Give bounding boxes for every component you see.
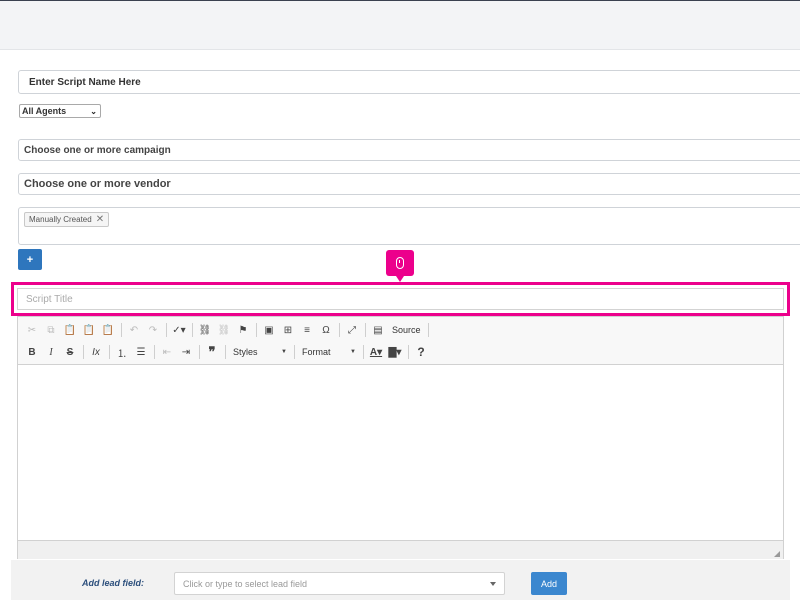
chevron-down-icon: ▼ (350, 349, 356, 355)
bg-color-icon[interactable]: ▇▾ (386, 343, 404, 361)
vendor-multiselect[interactable]: Choose one or more vendor (18, 173, 800, 195)
mouse-cursor-icon (386, 250, 414, 282)
indent-icon[interactable]: ⇥ (177, 343, 195, 361)
tag-label: Manually Created (29, 215, 92, 224)
special-char-icon[interactable]: Ω (317, 321, 335, 339)
maximize-icon[interactable]: ⤢ (343, 321, 361, 339)
top-bar (0, 0, 800, 50)
script-name-input[interactable]: Enter Script Name Here (18, 70, 800, 94)
anchor-flag-icon[interactable]: ⚑ (234, 321, 252, 339)
outdent-icon[interactable]: ⇤ (158, 343, 176, 361)
editor-toolbar: ✂ ⧉ 📋 📋 📋 ↶ ↷ ✓▾ ⛓ ⛓ ⚑ ▣ ⊞ ≡ Ω ⤢ ▤ Sourc… (18, 317, 783, 365)
tag-chip: Manually Created ✕ (24, 212, 110, 227)
editor-content-area[interactable] (18, 365, 783, 541)
cut-icon[interactable]: ✂ (23, 321, 41, 339)
styles-label: Styles (233, 347, 258, 357)
source-button[interactable]: Source (388, 321, 425, 339)
numbered-list-icon[interactable]: ⒈ (113, 343, 131, 361)
lead-field-select[interactable]: Click or type to select lead field (174, 572, 505, 595)
source-icon[interactable]: ▤ (369, 321, 387, 339)
spellcheck-icon[interactable]: ✓▾ (170, 321, 188, 339)
chevron-down-icon: ▼ (281, 349, 287, 355)
horizontal-line-icon[interactable]: ≡ (298, 321, 316, 339)
chevron-down-icon: ⌄ (90, 106, 97, 116)
rich-text-editor: ✂ ⧉ 📋 📋 📋 ↶ ↷ ✓▾ ⛓ ⛓ ⚑ ▣ ⊞ ≡ Ω ⤢ ▤ Sourc… (17, 316, 784, 559)
bulleted-list-icon[interactable]: ☰ (132, 343, 150, 361)
lead-field-label: Add lead field: (82, 578, 145, 588)
agents-select-value: All Agents (22, 106, 67, 116)
image-icon[interactable]: ▣ (260, 321, 278, 339)
unlink-icon[interactable]: ⛓ (215, 321, 233, 339)
help-icon[interactable]: ? (412, 343, 430, 361)
blockquote-icon[interactable]: ❞ (203, 343, 221, 361)
lead-field-placeholder: Click or type to select lead field (183, 578, 308, 589)
bold-icon[interactable]: B (23, 343, 41, 361)
table-icon[interactable]: ⊞ (279, 321, 297, 339)
styles-dropdown[interactable]: Styles ▼ (229, 343, 291, 361)
campaign-multiselect[interactable]: Choose one or more campaign (18, 139, 800, 161)
script-title-input[interactable]: Script Title (17, 288, 784, 310)
resize-handle-icon[interactable] (774, 551, 780, 557)
undo-icon[interactable]: ↶ (125, 321, 143, 339)
format-dropdown[interactable]: Format ▼ (298, 343, 360, 361)
script-title-highlight: Script Title (11, 282, 790, 316)
link-icon[interactable]: ⛓ (196, 321, 214, 339)
paste-icon[interactable]: 📋 (61, 321, 79, 339)
editor-status-bar (18, 541, 783, 559)
add-button[interactable]: + (18, 249, 42, 270)
add-lead-field-button[interactable]: Add (531, 572, 567, 595)
strike-icon[interactable]: S (61, 343, 79, 361)
agents-select[interactable]: All Agents ⌄ (19, 104, 101, 118)
format-label: Format (302, 347, 331, 357)
text-color-icon[interactable]: A▾ (367, 343, 385, 361)
copy-icon[interactable]: ⧉ (42, 321, 60, 339)
remove-format-icon[interactable]: Ix (87, 343, 105, 361)
paste-text-icon[interactable]: 📋 (80, 321, 98, 339)
paste-word-icon[interactable]: 📋 (99, 321, 117, 339)
close-icon[interactable]: ✕ (96, 214, 104, 225)
chevron-down-icon (490, 582, 496, 586)
tags-input[interactable]: Manually Created ✕ (18, 207, 800, 245)
redo-icon[interactable]: ↷ (144, 321, 162, 339)
italic-icon[interactable]: I (42, 343, 60, 361)
